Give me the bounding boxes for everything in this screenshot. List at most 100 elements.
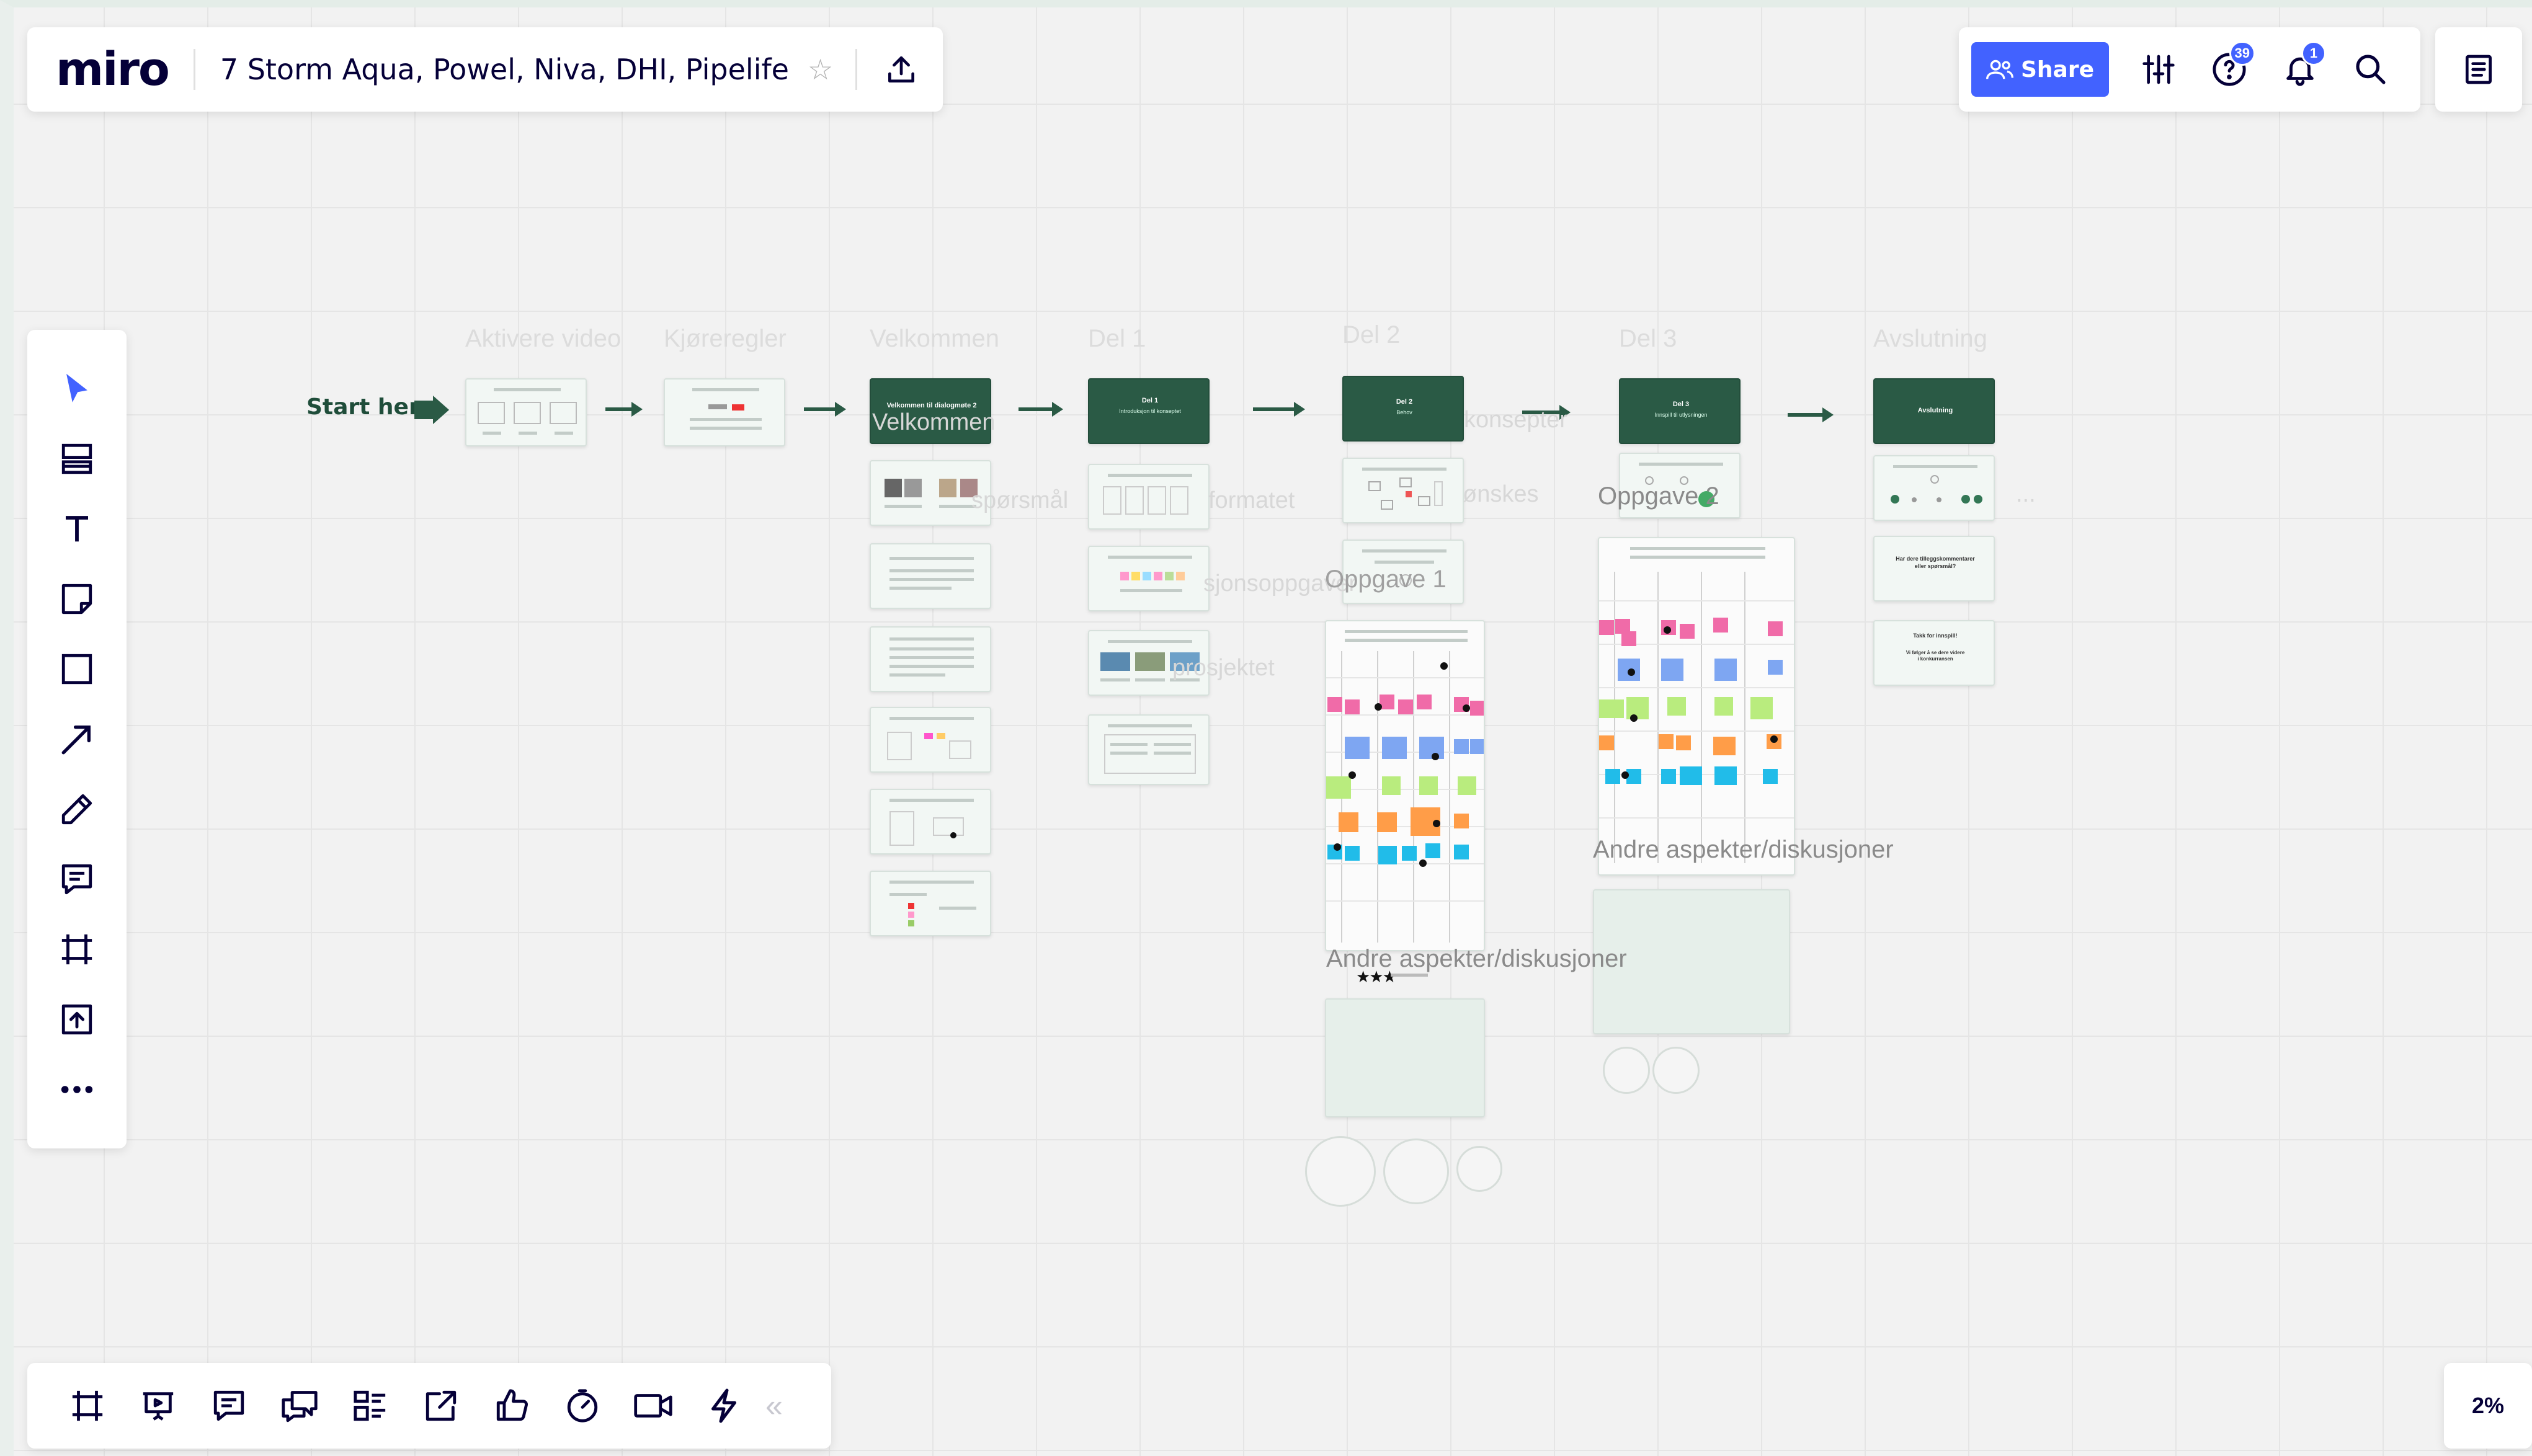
discussion-circle[interactable] xyxy=(1652,1047,1700,1094)
pen-icon xyxy=(61,794,92,825)
board-header: miro 7 Storm Aqua, Powel, Niva, DHI, Pip… xyxy=(27,27,943,112)
video-icon xyxy=(634,1394,672,1418)
slide-del3-title[interactable]: Del 3 Innspill til utlysningen xyxy=(1619,378,1741,444)
cards-button[interactable] xyxy=(335,1370,406,1441)
slide-title: Avslutning xyxy=(1917,407,1953,414)
slide-avslutning-4[interactable]: Takk for innspill! Vi følger å se dere v… xyxy=(1873,620,1995,686)
chat-button[interactable] xyxy=(264,1370,335,1441)
bottom-toolbar: « xyxy=(27,1363,831,1449)
shape-tool[interactable] xyxy=(43,635,111,703)
slide-velkommen-7[interactable] xyxy=(870,871,991,936)
frame-icon xyxy=(61,934,92,965)
flow-arrow xyxy=(1019,402,1063,417)
flow-arrow xyxy=(1253,402,1305,417)
upload-icon xyxy=(61,1004,92,1035)
discussion-circle[interactable] xyxy=(1305,1136,1376,1207)
flow-arrow xyxy=(804,402,846,417)
sticky-board-del3[interactable] xyxy=(1598,537,1795,876)
search-icon[interactable] xyxy=(2342,41,2399,98)
slide-kjoreregler[interactable] xyxy=(664,378,785,446)
frame-tool[interactable] xyxy=(43,915,111,983)
section-label-andre-aspekter-del2: Andre aspekter/diskusjoner xyxy=(1326,945,1627,972)
slide-avslutning-3[interactable]: Har dere tilleggskommentarer eller spørs… xyxy=(1873,536,1995,601)
slide-del1-5[interactable] xyxy=(1088,714,1210,785)
faint-text: konsepter xyxy=(1464,407,1567,433)
timer-button[interactable] xyxy=(547,1370,618,1441)
divider xyxy=(193,49,195,90)
column-label-velkommen: Velkommen xyxy=(870,325,999,352)
help-icon[interactable]: 39 xyxy=(2201,41,2258,98)
sticky-note-icon xyxy=(61,584,92,615)
share-button[interactable]: Share xyxy=(1971,42,2109,97)
start-arrow-icon xyxy=(414,396,449,427)
comments-button[interactable] xyxy=(194,1370,264,1441)
text-tool[interactable] xyxy=(43,495,111,563)
collapse-toolbar-button[interactable]: « xyxy=(765,1388,783,1424)
connection-line-tool[interactable] xyxy=(43,705,111,773)
select-tool[interactable] xyxy=(43,355,111,423)
sticky-board-del2[interactable] xyxy=(1325,620,1485,951)
video-call-button[interactable] xyxy=(618,1370,689,1441)
sticky-note-tool[interactable] xyxy=(43,565,111,633)
apps-button[interactable] xyxy=(689,1370,759,1441)
bell-icon[interactable]: 1 xyxy=(2271,41,2329,98)
sticky-area-del2-lower[interactable] xyxy=(1325,998,1485,1117)
star-icon[interactable]: ☆ xyxy=(808,53,833,86)
slide-velkommen-5[interactable] xyxy=(870,707,991,773)
board-title[interactable]: 7 Storm Aqua, Powel, Niva, DHI, Pipelife xyxy=(220,53,789,86)
slide-del2-2[interactable] xyxy=(1342,458,1464,523)
chat-icon xyxy=(282,1391,318,1423)
templates-tool[interactable] xyxy=(43,425,111,493)
slide-avslutning-title[interactable]: Avslutning xyxy=(1873,378,1995,444)
slide-del2-title[interactable]: Del 2 Behov xyxy=(1342,376,1464,442)
slide-velkommen-6[interactable] xyxy=(870,789,991,855)
square-icon xyxy=(61,654,92,685)
voting-button[interactable] xyxy=(476,1370,547,1441)
frame-icon xyxy=(72,1390,103,1421)
sliders-icon[interactable] xyxy=(2130,41,2187,98)
slide-title: Del 2 xyxy=(1396,398,1413,406)
slide-del1-title[interactable]: Del 1 Introduksjon til konseptet xyxy=(1088,378,1210,444)
zoom-level[interactable]: 2% xyxy=(2444,1363,2532,1449)
share-screen-button[interactable] xyxy=(406,1370,476,1441)
presentation-icon xyxy=(143,1392,174,1421)
slide-del1-3[interactable] xyxy=(1088,546,1210,611)
comment-icon xyxy=(61,864,92,895)
faint-text: Velkommen xyxy=(872,409,996,435)
discussion-circle[interactable] xyxy=(1603,1047,1650,1094)
cards-icon xyxy=(354,1390,386,1421)
comment-icon xyxy=(213,1390,244,1421)
slide-subtext: Vi følger å se dere videre i konkurranse… xyxy=(1906,650,1965,662)
slide-aktivere-video[interactable] xyxy=(465,378,587,446)
upload-icon[interactable] xyxy=(880,48,923,91)
slide-subtitle: Innspill til utlysningen xyxy=(1654,412,1708,418)
board-canvas[interactable]: Aktivere video Kjøreregler Velkommen Del… xyxy=(0,0,2532,1456)
rating-line xyxy=(1391,974,1428,977)
slide-title: Del 1 xyxy=(1141,397,1159,404)
slide-title: Del 3 xyxy=(1672,401,1690,408)
notes-button[interactable] xyxy=(2435,27,2522,112)
presentation-button[interactable] xyxy=(123,1370,194,1441)
discussion-circle[interactable] xyxy=(1456,1146,1502,1192)
slide-velkommen-4[interactable] xyxy=(870,626,991,692)
task-label-oppgave-2: Oppgave 2 xyxy=(1598,482,1719,510)
slide-velkommen-3[interactable] xyxy=(870,543,991,609)
left-toolbar xyxy=(27,330,127,1148)
faint-text: ønskes xyxy=(1463,481,1539,507)
frames-button[interactable] xyxy=(52,1370,123,1441)
timer-icon xyxy=(567,1389,598,1423)
miro-logo[interactable]: miro xyxy=(56,43,170,96)
discussion-circle[interactable] xyxy=(1383,1139,1449,1204)
more-tools[interactable] xyxy=(43,1055,111,1124)
comment-tool[interactable] xyxy=(43,845,111,913)
slide-del1-2[interactable] xyxy=(1088,464,1210,530)
upload-tool[interactable] xyxy=(43,985,111,1054)
more-icon xyxy=(61,1086,93,1093)
column-label-aktivere: Aktivere video xyxy=(465,325,622,352)
thumbs-up-icon xyxy=(496,1389,528,1421)
cursor-icon xyxy=(66,373,87,402)
slide-text: Har dere tilleggskommentarer eller spørs… xyxy=(1896,556,1975,569)
slide-avslutning-2[interactable] xyxy=(1873,455,1995,521)
divider xyxy=(855,49,858,90)
pen-tool[interactable] xyxy=(43,775,111,843)
